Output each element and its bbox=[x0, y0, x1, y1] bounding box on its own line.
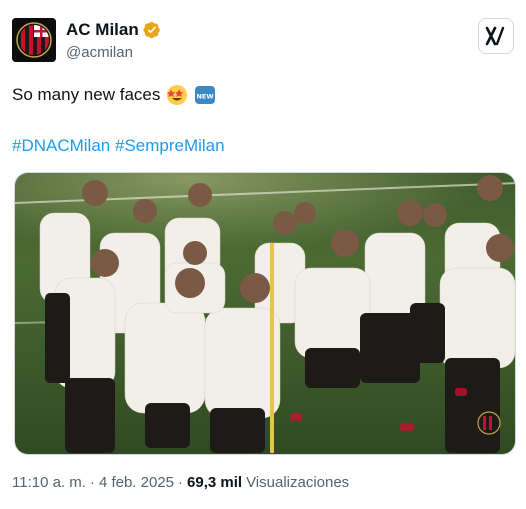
account-names: AC Milan @acmilan bbox=[66, 20, 161, 61]
separator: · bbox=[178, 474, 184, 491]
star-struck-emoji bbox=[167, 85, 188, 105]
hashtag-link[interactable]: #DNACMilan bbox=[12, 136, 110, 155]
grok-button[interactable] bbox=[478, 18, 514, 54]
display-name[interactable]: AC Milan bbox=[66, 20, 139, 40]
verified-badge-icon bbox=[143, 21, 160, 39]
post-image[interactable] bbox=[14, 172, 516, 455]
avatar[interactable] bbox=[12, 18, 56, 62]
post-text: So many new faces NEW bbox=[12, 84, 216, 106]
post-header: AC Milan @acmilan bbox=[12, 18, 514, 66]
views-count: 69,3 mil bbox=[187, 474, 243, 491]
hashtag-link[interactable]: #SempreMilan bbox=[115, 136, 225, 155]
separator: · bbox=[89, 474, 95, 491]
post-footer: 11:10 a. m. · 4 feb. 2025 · 69,3 mil Vis… bbox=[12, 474, 349, 491]
views-label: Visualizaciones bbox=[246, 474, 350, 491]
post-date[interactable]: 4 feb. 2025 bbox=[99, 474, 174, 491]
team-training-photo bbox=[15, 173, 515, 454]
post-time[interactable]: 11:10 a. m. bbox=[12, 474, 86, 491]
hashtag-line: #DNACMilan #SempreMilan bbox=[12, 136, 225, 156]
ac-milan-crest bbox=[12, 18, 56, 62]
x-grok-icon bbox=[485, 26, 505, 46]
svg-text:NEW: NEW bbox=[197, 93, 214, 101]
post-text-content: So many new faces bbox=[12, 85, 161, 104]
account-handle[interactable]: @acmilan bbox=[66, 44, 161, 61]
new-button-emoji: NEW bbox=[195, 86, 216, 104]
